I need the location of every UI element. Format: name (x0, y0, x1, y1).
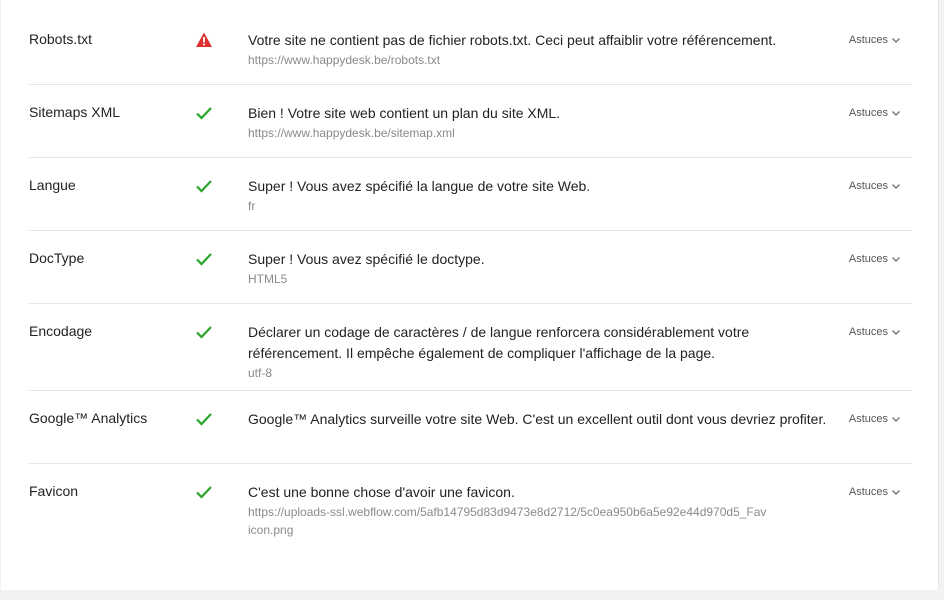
check-icon (195, 177, 213, 195)
check-icon (195, 250, 213, 268)
seo-checks-card: Robots.txt Votre site ne contient pas de… (1, 0, 939, 590)
check-icon (195, 483, 213, 501)
tips-toggle[interactable]: Astuces (849, 180, 902, 192)
seo-checks-list: Robots.txt Votre site ne contient pas de… (29, 12, 912, 554)
chevron-down-icon (890, 413, 902, 425)
check-message: Déclarer un codage de caractères / de la… (248, 324, 750, 361)
check-detail: https://www.happydesk.be/sitemap.xml (248, 126, 455, 140)
check-message: Votre site ne contient pas de fichier ro… (248, 32, 777, 48)
tips-label: Astuces (848, 107, 888, 119)
check-name: Langue (29, 177, 76, 193)
chevron-down-icon (890, 486, 902, 498)
tips-toggle[interactable]: Astuces (849, 107, 902, 119)
warning-icon (195, 31, 213, 49)
check-row-langue: Langue Super ! Vous avez spécifié la lan… (29, 158, 912, 231)
check-row-sitemaps: Sitemaps XML Bien ! Votre site web conti… (29, 85, 912, 158)
chevron-down-icon (890, 253, 902, 265)
tips-toggle[interactable]: Astuces (849, 326, 902, 338)
check-row-favicon: Favicon C'est une bonne chose d'avoir un… (29, 464, 912, 554)
check-detail: https://uploads-ssl.webflow.com/5afb1479… (248, 505, 767, 537)
check-row-encodage: Encodage Déclarer un codage de caractère… (29, 304, 912, 391)
tips-toggle[interactable]: Astuces (849, 413, 902, 425)
check-content: C'est une bonne chose d'avoir une favico… (248, 482, 833, 539)
check-detail: https://www.happydesk.be/robots.txt (248, 53, 441, 67)
check-message: Super ! Vous avez spécifié la langue de … (248, 178, 591, 194)
check-name: Robots.txt (29, 31, 93, 47)
chevron-down-icon (890, 326, 902, 338)
check-message: Google™ Analytics surveille votre site W… (248, 411, 827, 427)
check-content: Super ! Vous avez spécifié la langue de … (248, 176, 833, 215)
check-icon (195, 410, 213, 428)
check-name: Encodage (29, 323, 93, 339)
chevron-down-icon (890, 34, 902, 46)
check-message: C'est une bonne chose d'avoir une favico… (248, 484, 515, 500)
tips-label: Astuces (848, 413, 888, 425)
chevron-down-icon (890, 107, 902, 119)
check-icon (195, 323, 213, 341)
check-content: Super ! Vous avez spécifié le doctype. H… (248, 249, 833, 288)
check-name: Sitemaps XML (29, 104, 121, 120)
check-content: Google™ Analytics surveille votre site W… (248, 409, 833, 430)
check-content: Déclarer un codage de caractères / de la… (248, 322, 833, 382)
check-name: Google™ Analytics (29, 410, 148, 426)
tips-label: Astuces (848, 34, 888, 46)
tips-toggle[interactable]: Astuces (849, 253, 902, 265)
tips-label: Astuces (848, 486, 888, 498)
check-name: Favicon (29, 483, 79, 499)
check-content: Votre site ne contient pas de fichier ro… (248, 30, 833, 69)
chevron-down-icon (890, 180, 902, 192)
check-message: Super ! Vous avez spécifié le doctype. (248, 251, 485, 267)
check-detail: HTML5 (248, 272, 288, 286)
tips-label: Astuces (848, 180, 888, 192)
check-content: Bien ! Votre site web contient un plan d… (248, 103, 833, 142)
check-row-doctype: DocType Super ! Vous avez spécifié le do… (29, 231, 912, 304)
check-name: DocType (29, 250, 85, 266)
check-icon (195, 104, 213, 122)
check-detail: utf-8 (248, 366, 273, 380)
tips-label: Astuces (848, 253, 888, 265)
tips-toggle[interactable]: Astuces (849, 34, 902, 46)
check-message: Bien ! Votre site web contient un plan d… (248, 105, 561, 121)
check-row-robots: Robots.txt Votre site ne contient pas de… (29, 12, 912, 85)
tips-label: Astuces (848, 326, 888, 338)
check-detail: fr (248, 199, 256, 213)
tips-toggle[interactable]: Astuces (849, 486, 902, 498)
check-row-analytics: Google™ Analytics Google™ Analytics surv… (29, 391, 912, 464)
